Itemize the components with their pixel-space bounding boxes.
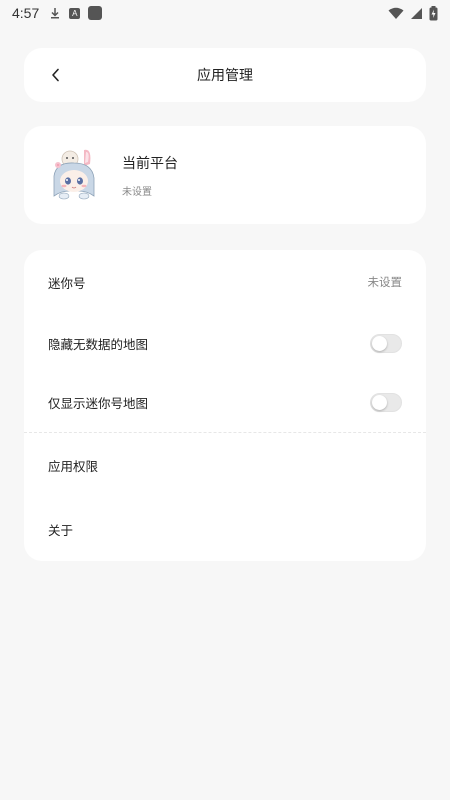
settings-row-label: 关于 [48, 522, 74, 538]
header-bar: 应用管理 [24, 48, 426, 102]
signal-icon [411, 7, 422, 19]
toggle-knob [372, 335, 387, 351]
settings-row-hide-no-data-maps: 隐藏无数据的地图 [24, 321, 426, 365]
status-icons-right [388, 5, 438, 21]
status-bar: 4:57 A [0, 0, 450, 26]
settings-row-app-permissions[interactable]: 应用权限 [24, 443, 426, 487]
page-title: 应用管理 [197, 68, 253, 84]
settings-row-label: 迷你号 [48, 275, 86, 291]
mini-id-value: 未设置 [367, 275, 403, 289]
settings-row-label: 应用权限 [48, 458, 99, 474]
status-time: 4:57 [12, 5, 40, 21]
settings-card: 迷你号 未设置 隐藏无数据的地图 仅显示迷你号地图 应用权限 关于 [24, 250, 426, 561]
hide-no-data-maps-toggle[interactable] [370, 333, 402, 353]
a-icon: A [69, 7, 81, 19]
battery-charging-icon [429, 5, 438, 20]
download-icon [51, 8, 60, 19]
platform-avatar [46, 146, 104, 204]
wifi-icon [388, 7, 404, 19]
platform-title: 当前平台 [122, 155, 178, 172]
back-button[interactable] [42, 61, 70, 89]
platform-status: 未设置 [122, 186, 152, 198]
status-icons-left: A [49, 6, 103, 20]
settings-row-label: 隐藏无数据的地图 [48, 336, 149, 352]
settings-row-about[interactable]: 关于 [24, 507, 426, 551]
square-icon [88, 6, 103, 20]
anime-character-avatar-icon [46, 146, 104, 204]
settings-row-mini-id-maps-only: 仅显示迷你号地图 [24, 380, 426, 424]
current-platform-card[interactable]: 当前平台 未设置 [24, 126, 426, 224]
settings-row-label: 仅显示迷你号地图 [48, 395, 149, 411]
section-divider [24, 432, 426, 433]
toggle-knob [372, 394, 387, 410]
platform-text: 当前平台 未设置 [122, 153, 178, 198]
settings-row-mini-id[interactable]: 迷你号 未设置 [24, 260, 426, 304]
mini-id-maps-only-toggle[interactable] [370, 392, 402, 412]
chevron-left-icon [52, 68, 59, 82]
